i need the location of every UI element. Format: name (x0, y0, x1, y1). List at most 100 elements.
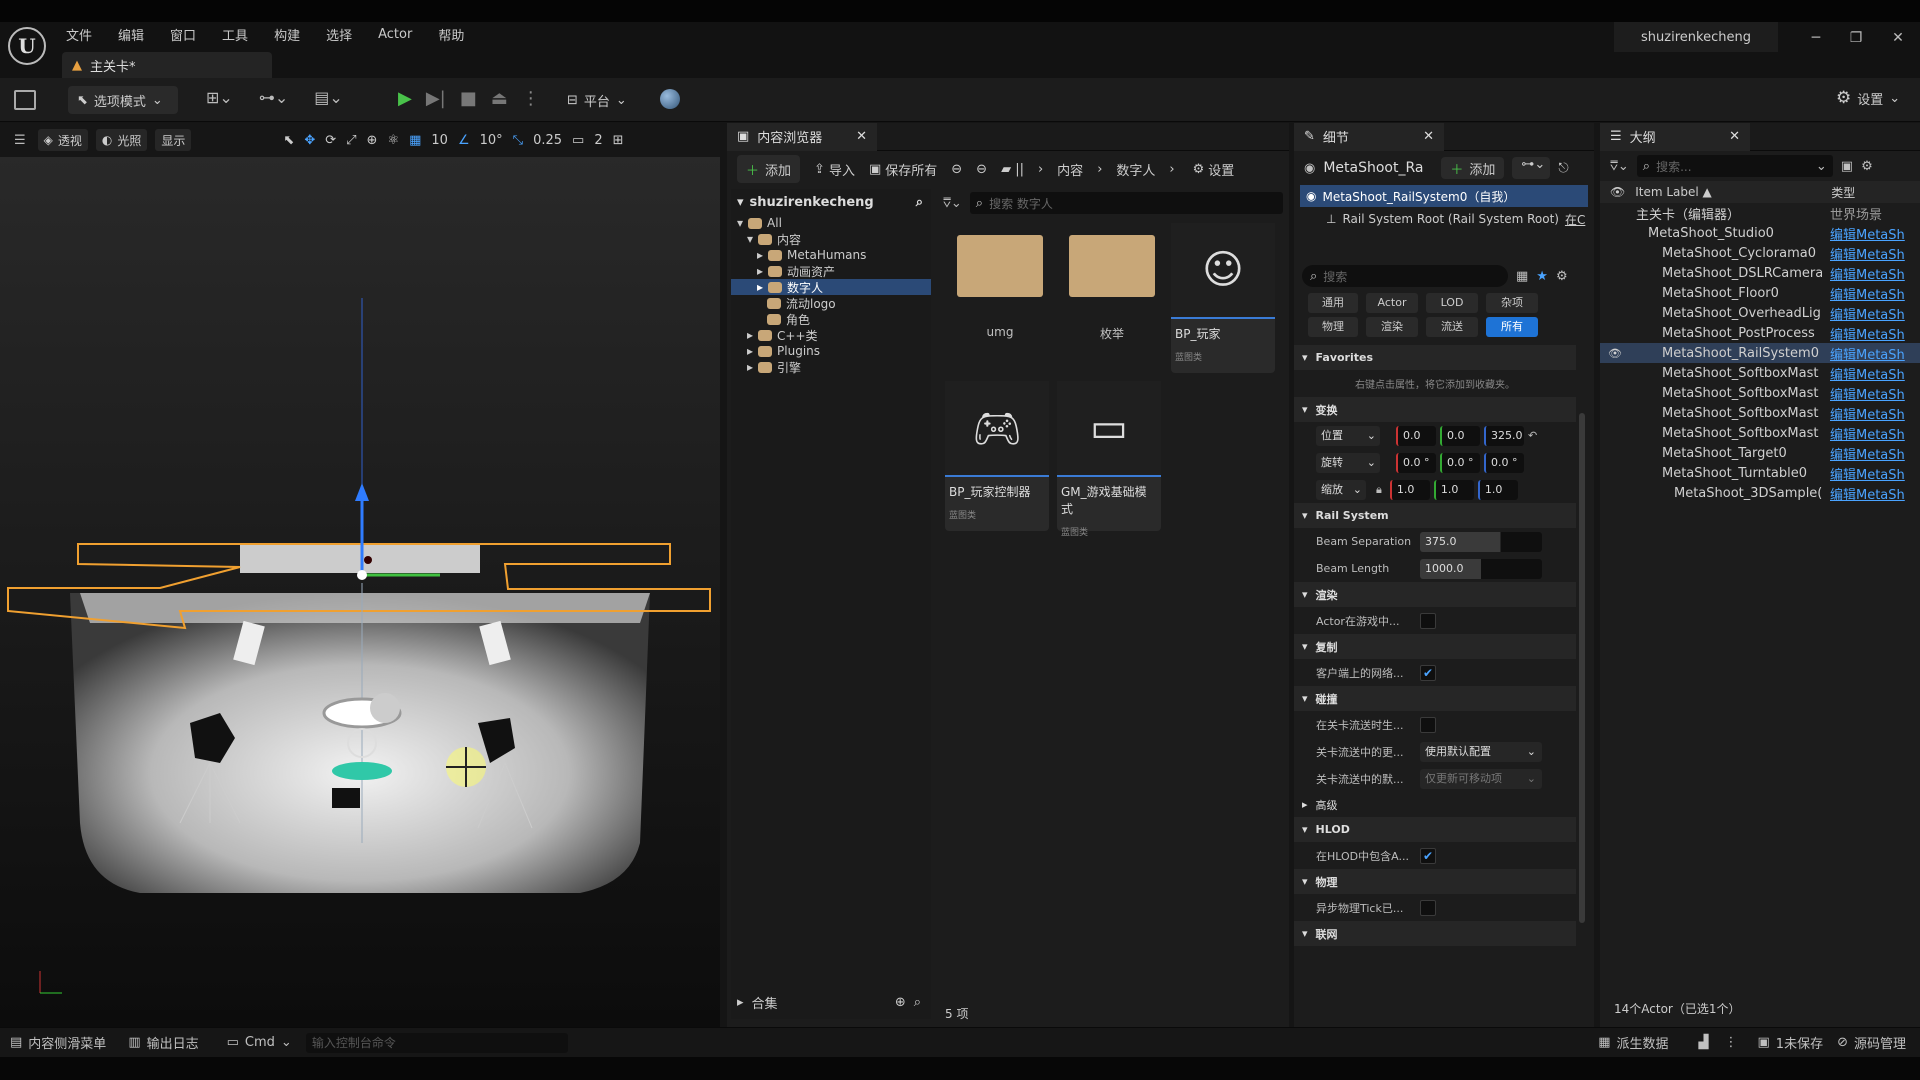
level-tab[interactable]: ▲ 主关卡* (62, 52, 272, 78)
more-icon[interactable]: ⋮ (522, 88, 540, 109)
outliner-row[interactable]: MetaShoot_PostProcess 编辑MetaSh (1600, 323, 1920, 343)
add-folder-icon[interactable]: ▣ (1841, 159, 1853, 174)
outliner-row[interactable]: MetaShoot_SoftboxMast 编辑MetaSh (1600, 383, 1920, 403)
import-button[interactable]: ⇪ 导入 (814, 160, 855, 179)
select-icon[interactable]: ⬉ (283, 133, 294, 148)
beam-separation-value[interactable]: 375.0 (1420, 531, 1542, 552)
section-advanced[interactable]: ▸ 高级 (1294, 792, 1576, 817)
settings-button[interactable]: ⚙ 设置 ⌄ (1836, 88, 1900, 108)
show-button[interactable]: 显示 (155, 129, 192, 151)
rotation-dropdown[interactable]: 旋转 ⌄ (1316, 452, 1380, 473)
collections-bar[interactable]: ▸ 合集 ⊕ ⌕ (731, 989, 931, 1015)
scale-z[interactable]: 1.0 (1477, 479, 1518, 500)
save-icon[interactable] (14, 90, 36, 110)
scale-snap-value[interactable]: 0.25 (533, 133, 562, 148)
outliner-item-type[interactable]: 编辑MetaSh (1822, 404, 1912, 423)
asset-search-input[interactable]: ⌕ 搜索 数字人 (969, 192, 1283, 214)
tree-root[interactable]: ▾ shuzirenkecheng ⌕ (731, 189, 931, 215)
type-column[interactable]: 类型 (1831, 184, 1855, 201)
more-icon[interactable]: ⋮ (1725, 1035, 1738, 1050)
section-replication[interactable]: ▾ 复制 (1294, 634, 1576, 659)
collision-checkbox[interactable] (1420, 716, 1436, 733)
rotation-z[interactable]: 0.0 ° (1484, 452, 1524, 473)
eject-icon[interactable]: ⏏ (491, 88, 508, 109)
filter-streaming[interactable]: 流送 (1426, 317, 1478, 337)
location-dropdown[interactable]: 位置 ⌄ (1316, 425, 1380, 446)
content-drawer-button[interactable]: ▤ 内容侧滑菜单 (10, 1033, 106, 1052)
collision-dropdown-1[interactable]: 使用默认配置 ⌄ (1420, 741, 1542, 762)
section-rail-system[interactable]: ▾ Rail System (1294, 503, 1576, 528)
filter-icon[interactable]: ⩢⌄ (1610, 159, 1629, 174)
angle-snap-value[interactable]: 10° (480, 133, 503, 148)
beam-length-value[interactable]: 1000.0 (1420, 558, 1542, 579)
tree-item-digital-human[interactable]: ▸ 数字人 (731, 279, 931, 295)
derived-data-button[interactable]: ▦ 派生数据 (1598, 1033, 1668, 1052)
tree-item-character[interactable]: 角色 (731, 311, 931, 327)
graph-icon[interactable]: ▟ (1699, 1035, 1709, 1050)
cb-tab[interactable]: ▣ 内容浏览器 ✕ (727, 122, 877, 151)
outliner-item-type[interactable]: 编辑MetaSh (1822, 284, 1912, 303)
component-root-link[interactable]: 在C (1565, 211, 1585, 228)
cinematics-icon[interactable]: ▤⌄ (314, 88, 343, 107)
gear-icon[interactable]: ⚙ (1556, 269, 1568, 284)
tree-item-metahumans[interactable]: ▸ MetaHumans (731, 247, 931, 263)
close-icon[interactable]: ✕ (1885, 26, 1911, 50)
details-search-input[interactable]: ⌕ 搜索 (1302, 265, 1508, 287)
menu-window[interactable]: 窗口 (170, 25, 196, 44)
visibility-icon[interactable]: 👁︎ (1600, 347, 1626, 360)
hlod-checkbox[interactable]: ✔ (1420, 847, 1436, 864)
tree-item-content[interactable]: ▾ 内容 (731, 231, 931, 247)
crumb-content[interactable]: 内容 (1057, 160, 1083, 179)
close-icon[interactable]: ✕ (1423, 129, 1434, 144)
filter-misc[interactable]: 杂项 (1486, 293, 1538, 313)
blueprint-dropdown[interactable]: ⊶⌄ (1512, 157, 1551, 179)
tree-item-logo[interactable]: 流动logo (731, 295, 931, 311)
scale-y[interactable]: 1.0 (1433, 479, 1474, 500)
mode-dropdown[interactable]: ⬉ 选项模式 ⌄ (68, 86, 178, 114)
cmd-dropdown[interactable]: ▭ Cmd ⌄ (227, 1035, 292, 1050)
console-input[interactable]: 输入控制台命令 (305, 1032, 568, 1053)
outliner-item-type[interactable]: 编辑MetaSh (1822, 304, 1912, 323)
source-control-button[interactable]: ⊘ 源码管理 (1837, 1033, 1906, 1052)
add-collection-icon[interactable]: ⊕ (895, 995, 906, 1010)
surface-snap-icon[interactable]: ⚛ (387, 133, 399, 148)
close-icon[interactable]: ✕ (1729, 129, 1740, 144)
filter-render[interactable]: 渲染 (1366, 317, 1418, 337)
cb-settings-button[interactable]: ⚙ 设置 (1193, 160, 1235, 179)
menu-file[interactable]: 文件 (66, 25, 92, 44)
restore-icon[interactable]: ❐ (1843, 26, 1869, 50)
outliner-item-type[interactable]: 编辑MetaSh (1822, 224, 1912, 243)
perspective-button[interactable]: ◈ 透视 (37, 129, 88, 151)
back-icon[interactable]: ⊖ (951, 162, 962, 177)
grid-snap-value[interactable]: 10 (431, 133, 448, 148)
outliner-item-type[interactable]: 编辑MetaSh (1822, 324, 1912, 343)
filter-all[interactable]: 所有 (1486, 317, 1538, 337)
asset-tile[interactable]: 🎮︎ BP_玩家控制器 蓝图类 (945, 381, 1049, 531)
search-icon[interactable]: ⌕ (914, 995, 921, 1010)
rotate-icon[interactable]: ⟳ (325, 133, 336, 148)
grid-view-icon[interactable]: ▦ (1516, 269, 1528, 284)
section-transform[interactable]: ▾ 变换 (1294, 397, 1576, 422)
lock-icon[interactable]: ⎋ (1558, 161, 1568, 176)
outliner-row[interactable]: 主关卡（编辑器） 世界场景 (1600, 203, 1920, 223)
menu-edit[interactable]: 编辑 (118, 25, 144, 44)
section-hlod[interactable]: ▾ HLOD (1294, 817, 1576, 842)
unreal-logo[interactable]: U (8, 27, 46, 65)
close-icon[interactable]: ✕ (856, 129, 867, 144)
filter-physics[interactable]: 物理 (1308, 317, 1358, 337)
outliner-item-type[interactable]: 编辑MetaSh (1822, 444, 1912, 463)
crumb-digital-human[interactable]: 数字人 (1116, 160, 1155, 179)
outliner-row[interactable]: MetaShoot_Turntable0 编辑MetaSh (1600, 463, 1920, 483)
move-icon[interactable]: ✥ (304, 133, 315, 148)
outliner-item-type[interactable]: 编辑MetaSh (1822, 244, 1912, 263)
hamburger-icon[interactable]: ☰ (14, 133, 26, 148)
component-self[interactable]: ◉ MetaShoot_RailSystem0（自我） (1300, 185, 1588, 207)
outliner-row[interactable]: MetaShoot_Studio0 编辑MetaSh (1600, 223, 1920, 243)
outliner-tab[interactable]: ☰ 大纲 ✕ (1600, 122, 1750, 151)
label-column[interactable]: Item Label ▲ (1635, 185, 1831, 199)
outliner-item-type[interactable]: 编辑MetaSh (1822, 384, 1912, 403)
menu-select[interactable]: 选择 (326, 25, 352, 44)
angle-snap-icon[interactable]: ∠ (458, 133, 470, 148)
section-collision[interactable]: ▾ 碰撞 (1294, 686, 1576, 711)
lock-icon[interactable]: 🔒︎ (1376, 483, 1382, 497)
